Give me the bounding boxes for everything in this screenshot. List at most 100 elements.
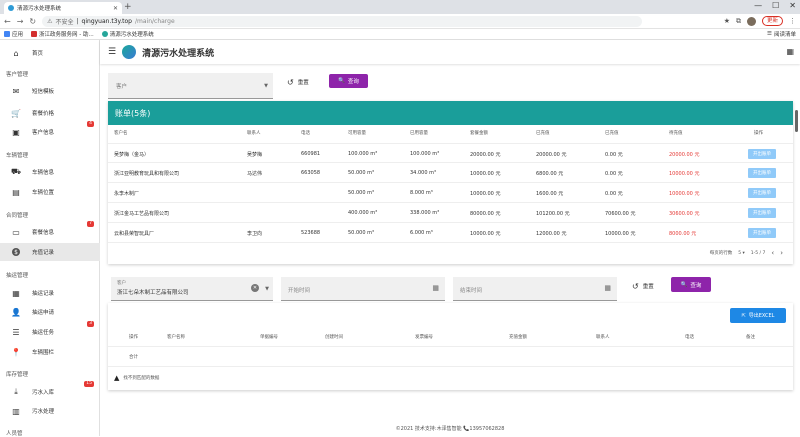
grid-menu-icon[interactable]: ▦	[786, 47, 794, 56]
sidebar-item-recharge-records[interactable]: $ 充值记录	[0, 243, 100, 261]
sidebar-item-vehicle-fence[interactable]: 📍 车辆围栏	[0, 343, 100, 361]
forward-arrow-icon[interactable]: →	[17, 17, 24, 26]
column-header: 操作	[754, 131, 763, 136]
customer-select[interactable]: 客户 ▼	[108, 73, 273, 99]
bookmark-qingyuan[interactable]: 清源污水处理系统	[101, 30, 154, 38]
truck-icon: ⛟	[10, 167, 22, 176]
column-header: 电话	[685, 335, 694, 340]
badge: 15	[84, 381, 94, 387]
sidebar: ⌂ 首页 客户管理 ✉ 短信模板 🛒 套餐价格 ▣ 客户信息 4 车辆管理 ⛟ 车辆信息 …	[0, 40, 100, 437]
end-date-placeholder: 结束时间	[460, 288, 483, 294]
end-date-input[interactable]: 结束时间 ▦	[453, 277, 617, 301]
app-title: 清源污水处理系统	[142, 48, 215, 59]
update-button[interactable]: 更新	[761, 16, 783, 26]
reset-button[interactable]: ↺ 重置	[287, 75, 309, 89]
doc-icon: ▦	[12, 288, 20, 298]
bookmark-apps[interactable]: 应用	[4, 30, 23, 38]
insecure-warning-icon: ⚠	[47, 17, 53, 25]
extensions-icon[interactable]: ⧉	[736, 17, 741, 26]
reading-list[interactable]: ☰ 阅读清单	[767, 30, 796, 38]
search-icon: 🔍	[338, 78, 345, 84]
address-bar-row: ← → ↻ ⚠ 不安全 | qingyuan.t3y.top/main/char…	[0, 14, 800, 29]
bills-card: 账单(5条) 客户名 联系人 电话 可用容量 已用容量 套餐金额 已充值 已充值…	[108, 101, 793, 264]
menu-icon[interactable]: ☰	[108, 47, 116, 57]
reading-list-icon: ☰	[767, 31, 772, 37]
column-header: 已充值	[536, 131, 550, 136]
next-page-icon[interactable]: ›	[780, 249, 783, 257]
sidebar-item-pumping-task[interactable]: ☰ 抽运任务 3	[0, 321, 100, 341]
maximize-icon[interactable]: ☐	[772, 1, 779, 10]
history-icon: ↺	[632, 281, 639, 291]
sidebar-section-inventory: 库存管理	[6, 372, 29, 378]
search-button[interactable]: 🔍 查询	[329, 74, 368, 88]
cart-icon: 🛒	[11, 108, 21, 118]
apps-grid-icon	[4, 31, 10, 37]
sidebar-item-sewage-treatment[interactable]: ▥ 污水处理	[0, 402, 100, 420]
issue-bill-button[interactable]: 开出账单	[748, 149, 776, 159]
sidebar-item-sewage-in[interactable]: ⤓ 污水入库 15	[0, 381, 100, 401]
no-data-message: ▲ 找不到匹配的数据	[114, 374, 160, 382]
issue-bill-button[interactable]: 开出账单	[748, 208, 776, 218]
sidebar-item-home[interactable]: ⌂ 首页	[0, 44, 100, 62]
chevron-down-icon: ▼	[264, 83, 268, 89]
url-input[interactable]: ⚠ 不安全 | qingyuan.t3y.top/main/charge	[42, 15, 643, 27]
reload-icon[interactable]: ↻	[29, 17, 36, 26]
prev-page-icon[interactable]: ‹	[771, 249, 774, 257]
reset-button[interactable]: ↺ 重置	[632, 279, 654, 293]
back-arrow-icon[interactable]: ←	[4, 17, 11, 26]
table-row: 云和县荣智玩具厂 李卫向 523688 50.000 m³ 6.000 m³ 1…	[108, 223, 793, 243]
clear-icon[interactable]: ✕	[251, 284, 259, 292]
browser-menu-icon[interactable]: ⋮	[789, 17, 796, 25]
customer-select-filled[interactable]: 客户 浙江七朵木制工艺品有限公司 ✕ ▼	[111, 277, 273, 301]
dollar-icon: $	[12, 248, 20, 256]
sidebar-item-vehicle-location[interactable]: ▤ 车辆位置	[0, 183, 100, 201]
sidebar-item-pumping-request[interactable]: 👤 抽运申请	[0, 303, 100, 321]
tab-close-icon[interactable]: ✕	[113, 5, 118, 12]
scrollbar-thumb[interactable]	[795, 110, 798, 132]
sidebar-section-vehicle: 车辆管理	[6, 153, 29, 159]
issue-bill-button[interactable]: 开出账单	[748, 228, 776, 238]
column-header: 已用容量	[410, 131, 428, 136]
warning-icon: ▲	[114, 374, 120, 382]
badge: 7	[87, 221, 94, 227]
home-icon: ⌂	[13, 48, 19, 58]
pin-icon: 📍	[11, 347, 21, 357]
start-date-input[interactable]: 开始时间 ▦	[281, 277, 445, 301]
column-header: 套餐金额	[470, 131, 488, 136]
sidebar-item-package-price[interactable]: 🛒 套餐价格	[0, 104, 100, 122]
sidebar-item-vehicle-info[interactable]: ⛟ 车辆信息	[0, 163, 100, 181]
badge: 4	[87, 121, 94, 127]
browser-tab[interactable]: 清源污水处理系统 ✕	[4, 2, 122, 14]
mail-icon: ✉	[12, 86, 20, 96]
sidebar-item-pumping-records[interactable]: ▦ 抽运记录	[0, 284, 100, 302]
sidebar-item-customer-info[interactable]: ▣ 客户信息 4	[0, 121, 100, 141]
profile-avatar[interactable]	[746, 16, 756, 26]
minimize-icon[interactable]: —	[754, 1, 762, 10]
sidebar-item-sms-template[interactable]: ✉ 短信模板	[0, 82, 100, 100]
sidebar-section-contract: 合同管理	[6, 213, 29, 219]
calendar-icon[interactable]: ▦	[432, 284, 439, 292]
column-header: 发票编号	[415, 335, 433, 340]
search-button[interactable]: 🔍 查询	[671, 277, 711, 292]
issue-bill-button[interactable]: 开出账单	[748, 168, 776, 178]
star-bookmark-icon[interactable]: ★	[724, 17, 730, 25]
contact-icon: ▣	[12, 127, 20, 137]
column-header: 操作	[129, 335, 138, 340]
rows-per-page-select[interactable]: 5 ▾	[738, 251, 745, 256]
gov-site-icon	[31, 31, 38, 37]
tab-title: 清源污水处理系统	[17, 6, 62, 12]
bookmark-zhejiang[interactable]: 浙江政务服务网 - 助...	[31, 30, 94, 38]
badge: 3	[87, 321, 94, 327]
new-tab-plus-icon[interactable]: +	[124, 2, 132, 12]
export-excel-button[interactable]: ⇱ 导出EXCEL	[730, 308, 786, 323]
sidebar-section-pumping: 抽运管理	[6, 273, 29, 279]
start-date-placeholder: 开始时间	[288, 288, 311, 294]
issue-bill-button[interactable]: 开出账单	[748, 188, 776, 198]
column-header: 可用容量	[348, 131, 366, 136]
calendar-icon[interactable]: ▦	[604, 284, 611, 292]
footer: ©2021 技术支持:木泽售智能 📞13957062828	[395, 426, 505, 432]
sidebar-item-package-info[interactable]: ▭ 套餐信息 7	[0, 221, 100, 241]
table-row: 浙江金马工艺品有限公司 400.000 m³ 338.000 m³ 80000.…	[108, 203, 793, 223]
recharge-records-card: ⇱ 导出EXCEL 操作 客户名称 单据编号 创建时间 发票编号 充值金额 联系…	[108, 303, 793, 390]
window-close-icon[interactable]: ✕	[789, 1, 796, 10]
